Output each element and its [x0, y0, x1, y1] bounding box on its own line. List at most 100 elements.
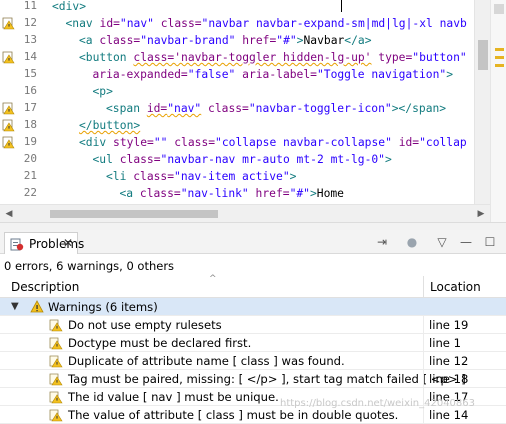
- code-line[interactable]: <div style="" class="collapse navbar-col…: [79, 134, 467, 151]
- code-area[interactable]: <div> <nav id="nav" class="navbar navbar-…: [48, 0, 474, 204]
- problem-row[interactable]: Do not use empty rulesets line 19: [0, 316, 506, 334]
- code-token: "#": [289, 187, 310, 200]
- code-token: class=: [139, 187, 181, 200]
- problem-location: line 14: [429, 408, 469, 422]
- problem-description: Tag must be paired, missing: [ </p> ], s…: [68, 372, 466, 386]
- code-line[interactable]: <button class='navbar-toggler hidden-lg-…: [79, 49, 467, 66]
- code-line[interactable]: <nav id="nav" class="navbar navbar-expan…: [66, 15, 467, 32]
- scroll-right-icon[interactable]: ▶: [474, 207, 488, 221]
- close-icon[interactable]: ✕: [63, 236, 73, 250]
- code-token: href=: [255, 187, 290, 200]
- problem-location: line 19: [429, 318, 469, 332]
- line-number: 13: [23, 33, 37, 46]
- code-line[interactable]: <li class="nav-item active">: [106, 168, 296, 185]
- column-divider: [423, 370, 424, 388]
- line-number: 20: [23, 152, 37, 165]
- code-token: class='navbar-toggler hidden-lg-up': [133, 51, 372, 64]
- gutter-line: 13: [0, 32, 46, 49]
- tab-problems[interactable]: Problems ✕: [4, 232, 84, 254]
- view-menu-icon[interactable]: ▽: [434, 234, 450, 250]
- filter-icon[interactable]: ●: [404, 234, 420, 250]
- code-token: "collapse navbar-collapse": [215, 136, 399, 149]
- problem-row[interactable]: Doctype must be declared first. line 1: [0, 334, 506, 352]
- code-token: class=: [133, 170, 175, 183]
- code-line[interactable]: <ul class="navbar-nav mr-auto mt-2 mt-lg…: [93, 151, 392, 168]
- line-number: 19: [23, 135, 37, 148]
- code-token: id=: [146, 102, 168, 115]
- overview-ruler[interactable]: [490, 0, 506, 222]
- ruler-warning-mark[interactable]: [495, 56, 504, 59]
- ruler-warning-mark[interactable]: [495, 48, 504, 51]
- maximize-icon[interactable]: ☐: [482, 234, 498, 250]
- code-token: id=: [99, 17, 120, 30]
- column-divider: [423, 334, 424, 352]
- code-line[interactable]: </button>: [79, 117, 140, 134]
- view-sash[interactable]: [0, 222, 506, 230]
- code-token: "": [153, 136, 175, 149]
- problem-location: line 12: [429, 354, 469, 368]
- code-token: "nav": [167, 102, 202, 115]
- column-divider: [423, 316, 424, 334]
- problem-row[interactable]: Tag must be paired, missing: [ </p> ], s…: [0, 370, 506, 388]
- gutter-line: 15: [0, 66, 46, 83]
- gutter-line: 18: [0, 117, 46, 134]
- code-token: <ul: [92, 153, 120, 166]
- warning-marker-icon[interactable]: [2, 51, 15, 64]
- warning-marker-icon[interactable]: [2, 17, 15, 30]
- gutter-line: 22: [0, 185, 46, 202]
- column-header-description[interactable]: Description: [11, 280, 79, 294]
- sort-indicator-icon: ^: [209, 274, 217, 284]
- minimize-icon[interactable]: —: [458, 234, 474, 250]
- problems-summary: 0 errors, 6 warnings, 0 others: [4, 259, 175, 273]
- problem-location: line 1: [429, 336, 461, 350]
- code-token: "Toggle navigation": [316, 68, 447, 81]
- column-header-location[interactable]: Location: [430, 280, 481, 294]
- group-label: Warnings (6 items): [48, 300, 158, 314]
- code-token: >: [446, 68, 454, 81]
- gutter-line: 11: [0, 0, 46, 15]
- code-token: "collap: [419, 136, 467, 149]
- gutter-line: 20: [0, 151, 46, 168]
- column-divider: [423, 352, 424, 370]
- warning-icon: [49, 318, 63, 332]
- warning-icon: [49, 390, 63, 404]
- horizontal-scrollbar-thumb[interactable]: [50, 210, 218, 218]
- code-line[interactable]: aria-expanded="false" aria-label="Toggle…: [93, 66, 454, 83]
- gutter-line: 16: [0, 83, 46, 100]
- code-line[interactable]: <a class="nav-link" href="#">Home: [120, 185, 345, 202]
- code-token: </a>: [344, 34, 372, 47]
- warning-marker-icon[interactable]: [2, 136, 15, 149]
- code-token: href=: [242, 34, 277, 47]
- code-line[interactable]: <p>: [93, 83, 113, 100]
- warning-marker-icon[interactable]: [2, 119, 15, 132]
- horizontal-scrollbar[interactable]: ◀ ▶: [0, 204, 490, 222]
- column-divider[interactable]: [423, 276, 424, 298]
- code-token: id=: [398, 136, 420, 149]
- code-token: ></span>: [391, 102, 447, 115]
- scroll-left-icon[interactable]: ◀: [2, 207, 16, 221]
- problem-row[interactable]: Duplicate of attribute name [ class ] wa…: [0, 352, 506, 370]
- code-token: <div: [79, 136, 114, 149]
- code-token: <li: [106, 170, 134, 183]
- text-cursor: [341, 0, 342, 12]
- warnings-group-row[interactable]: ▼ Warnings (6 items): [0, 298, 506, 316]
- gutter-line: 21: [0, 168, 46, 185]
- code-line[interactable]: <div>: [52, 0, 86, 15]
- line-number: 21: [23, 169, 37, 182]
- gutter-line: 17: [0, 100, 46, 117]
- focus-on-active-task-icon[interactable]: ⇥: [374, 234, 390, 250]
- chevron-down-icon[interactable]: ▼: [11, 301, 19, 312]
- code-line[interactable]: <a class="navbar-brand" href="#">Navbar<…: [79, 32, 372, 49]
- code-editor[interactable]: 1112131415161718192021222324 <div><nav i…: [0, 0, 506, 222]
- warning-marker-icon[interactable]: [2, 102, 15, 115]
- code-token: class=: [160, 17, 202, 30]
- code-token: class=: [99, 34, 141, 47]
- code-line[interactable]: <span id="nav" class="navbar-toggler-ico…: [106, 100, 446, 117]
- code-token: <div>: [52, 0, 87, 13]
- vertical-scrollbar-thumb[interactable]: [478, 40, 488, 70]
- code-token: aria-expanded=: [92, 68, 188, 81]
- ruler-warning-mark[interactable]: [495, 64, 504, 67]
- line-number-gutter: 1112131415161718192021222324: [0, 0, 46, 222]
- tab-label: Problems: [29, 237, 85, 251]
- vertical-scrollbar[interactable]: [474, 0, 490, 204]
